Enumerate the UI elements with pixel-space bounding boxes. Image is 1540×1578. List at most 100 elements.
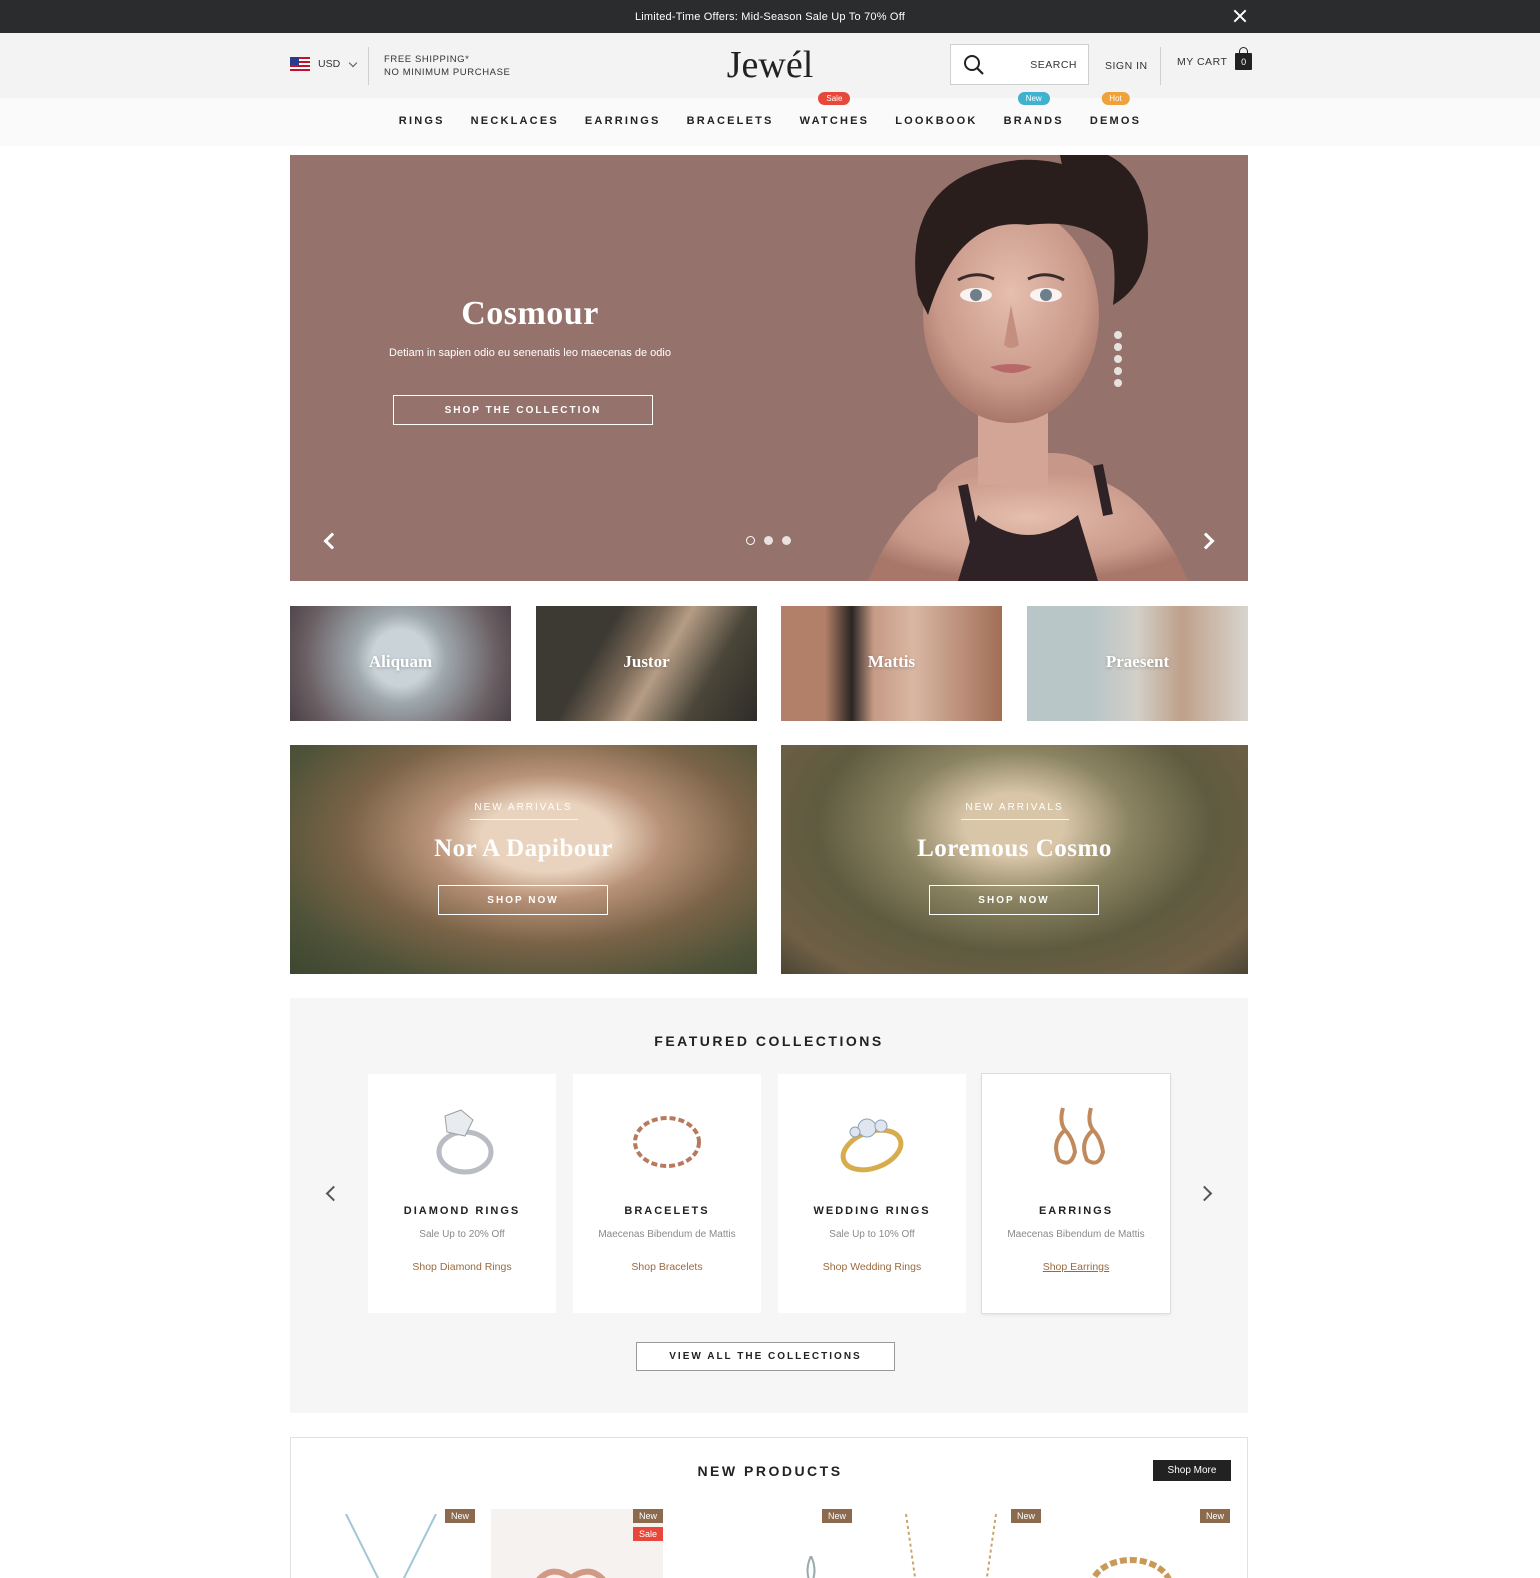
collection-link-label: Shop Wedding Rings: [822, 1261, 922, 1273]
main-nav: RINGS NECKLACES EARRINGS BRACELETS Sale W…: [0, 92, 1540, 146]
carousel-next-icon[interactable]: [1196, 1185, 1213, 1202]
nav-item-brands[interactable]: New BRANDS: [1003, 92, 1064, 127]
nav-label: NECKLACES: [470, 115, 559, 127]
promo-banner: NEW ARRIVALS Nor A Dapibour SHOP NOW: [290, 745, 757, 974]
sale-badge: Sale: [818, 92, 851, 105]
new-products: NEW PRODUCTS Shop More New New Sale New …: [290, 1437, 1248, 1578]
category-label: Mattis: [867, 652, 916, 671]
hero-slider: Cosmour Detiam in sapien odio eu senenat…: [290, 155, 1248, 581]
collection-subtitle: Maecenas Bibendum de Mattis: [1007, 1229, 1145, 1240]
slider-dot[interactable]: [782, 536, 791, 545]
collection-subtitle: Sale Up to 10% Off: [829, 1229, 915, 1240]
promo-kicker: NEW ARRIVALS: [290, 802, 757, 820]
section-title: NEW PRODUCTS: [697, 1463, 843, 1479]
shop-collection-button[interactable]: SHOP THE COLLECTION: [393, 395, 653, 425]
nav-item-earrings[interactable]: EARRINGS: [585, 115, 661, 127]
promo-banner: NEW ARRIVALS Loremous Cosmo SHOP NOW: [781, 745, 1248, 974]
hero-model-image: [868, 155, 1188, 581]
carousel-prev-icon[interactable]: [325, 1185, 342, 1202]
nav-label: BRACELETS: [686, 115, 774, 127]
collection-link[interactable]: Shop Earrings: [982, 1261, 1170, 1273]
section-title: FEATURED COLLECTIONS: [654, 1033, 884, 1049]
nav-item-watches[interactable]: Sale WATCHES: [799, 92, 870, 127]
nav-item-demos[interactable]: Hot DEMOS: [1089, 92, 1142, 127]
collection-link[interactable]: Shop Bracelets: [573, 1261, 761, 1273]
category-tile-aliquam[interactable]: Aliquam: [290, 606, 511, 721]
category-label: Praesent: [1105, 652, 1170, 671]
collection-card[interactable]: BRACELETS Maecenas Bibendum de Mattis Sh…: [573, 1074, 761, 1313]
slider-dot[interactable]: [764, 536, 773, 545]
announcement-bar: Limited-Time Offers: Mid-Season Sale Up …: [0, 0, 1540, 33]
wedding-ring-image: [840, 1118, 904, 1173]
nav-item-necklaces[interactable]: NECKLACES: [471, 115, 559, 127]
collection-name: BRACELETS: [624, 1205, 710, 1217]
earrings-image: [1054, 1107, 1106, 1165]
cart-count: 0: [1241, 56, 1247, 67]
nav-label: RINGS: [398, 115, 445, 127]
promo-title: Loremous Cosmo: [917, 835, 1112, 862]
pendant-product-image: [806, 1556, 816, 1578]
nav-label: LOOKBOOK: [895, 115, 978, 127]
collection-link[interactable]: Shop Diamond Rings: [368, 1261, 556, 1273]
collection-name: DIAMOND RINGS: [403, 1205, 521, 1217]
slider-dots: [746, 536, 791, 545]
shop-now-button[interactable]: SHOP NOW: [929, 885, 1099, 915]
shop-now-button[interactable]: SHOP NOW: [438, 885, 608, 915]
new-badge: New: [1017, 92, 1050, 105]
collection-link-label: Shop Earrings: [1042, 1261, 1110, 1273]
search-icon: [964, 54, 984, 75]
hero-subtitle: Detiam in sapien odio eu senenatis leo m…: [389, 347, 671, 359]
shop-more-button[interactable]: Shop More: [1153, 1460, 1231, 1481]
nav-label: BRANDS: [1003, 115, 1064, 127]
collection-name: EARRINGS: [1038, 1205, 1114, 1217]
new-tag: New: [1200, 1509, 1231, 1523]
new-tag: New: [445, 1509, 476, 1523]
view-all-collections-button[interactable]: VIEW ALL THE COLLECTIONS: [636, 1342, 895, 1371]
collection-card[interactable]: DIAMOND RINGS Sale Up to 20% Off Shop Di…: [368, 1074, 556, 1313]
nav-item-lookbook[interactable]: LOOKBOOK: [895, 115, 977, 127]
cart-label: MY CART: [1177, 55, 1228, 68]
collection-card[interactable]: EARRINGS Maecenas Bibendum de Mattis Sho…: [982, 1074, 1170, 1313]
shopping-bag-icon: 0: [1235, 47, 1253, 70]
divider: [1160, 47, 1161, 85]
cart-link[interactable]: MY CART 0: [1177, 47, 1253, 70]
nav-label: DEMOS: [1089, 115, 1142, 127]
hot-badge: Hot: [1101, 92, 1130, 105]
slider-dot[interactable]: [746, 536, 755, 545]
category-tile-justor[interactable]: Justor: [536, 606, 757, 721]
promo-kicker: NEW ARRIVALS: [781, 802, 1248, 820]
nav-label: EARRINGS: [584, 115, 661, 127]
bracelet-image: [633, 1116, 701, 1168]
collection-link-label: Shop Bracelets: [631, 1261, 703, 1273]
new-tag: New: [1011, 1509, 1042, 1523]
slider-prev-arrow-icon[interactable]: [323, 532, 341, 550]
collection-subtitle: Maecenas Bibendum de Mattis: [598, 1229, 736, 1240]
announcement-text: Limited-Time Offers: Mid-Season Sale Up …: [634, 10, 906, 23]
category-tile-praesent[interactable]: Praesent: [1027, 606, 1248, 721]
new-tag: New: [822, 1509, 853, 1523]
search-box[interactable]: SEARCH: [950, 44, 1089, 85]
close-icon[interactable]: [1232, 8, 1248, 24]
chain-bracelet-product-image: [1090, 1557, 1172, 1578]
nav-item-rings[interactable]: RINGS: [399, 115, 445, 127]
ring-product-image: [536, 1568, 606, 1578]
necklace-product-image: [345, 1514, 437, 1578]
site-header: USD FREE SHIPPING* NO MINIMUM PURCHASE J…: [0, 33, 1540, 98]
new-tag: New: [633, 1509, 664, 1523]
promo-title: Nor A Dapibour: [434, 835, 613, 862]
featured-collections: FEATURED COLLECTIONS DIAMOND RINGS Sale …: [290, 998, 1248, 1413]
nav-item-bracelets[interactable]: BRACELETS: [687, 115, 774, 127]
site-logo[interactable]: Jewél: [0, 43, 1540, 87]
hero-title: Cosmour: [461, 295, 599, 332]
nav-label: WATCHES: [799, 115, 870, 127]
collection-card[interactable]: WEDDING RINGS Sale Up to 10% Off Shop We…: [778, 1074, 966, 1313]
search-label: SEARCH: [1030, 58, 1077, 71]
collection-link[interactable]: Shop Wedding Rings: [778, 1261, 966, 1273]
category-label: Aliquam: [368, 652, 433, 671]
chain-necklace-product-image: [905, 1514, 997, 1578]
collection-name: WEDDING RINGS: [813, 1205, 931, 1217]
sale-tag: Sale: [633, 1527, 664, 1541]
category-tile-mattis[interactable]: Mattis: [781, 606, 1002, 721]
sign-in-link[interactable]: SIGN IN: [1105, 60, 1148, 72]
category-label: Justor: [623, 652, 670, 671]
